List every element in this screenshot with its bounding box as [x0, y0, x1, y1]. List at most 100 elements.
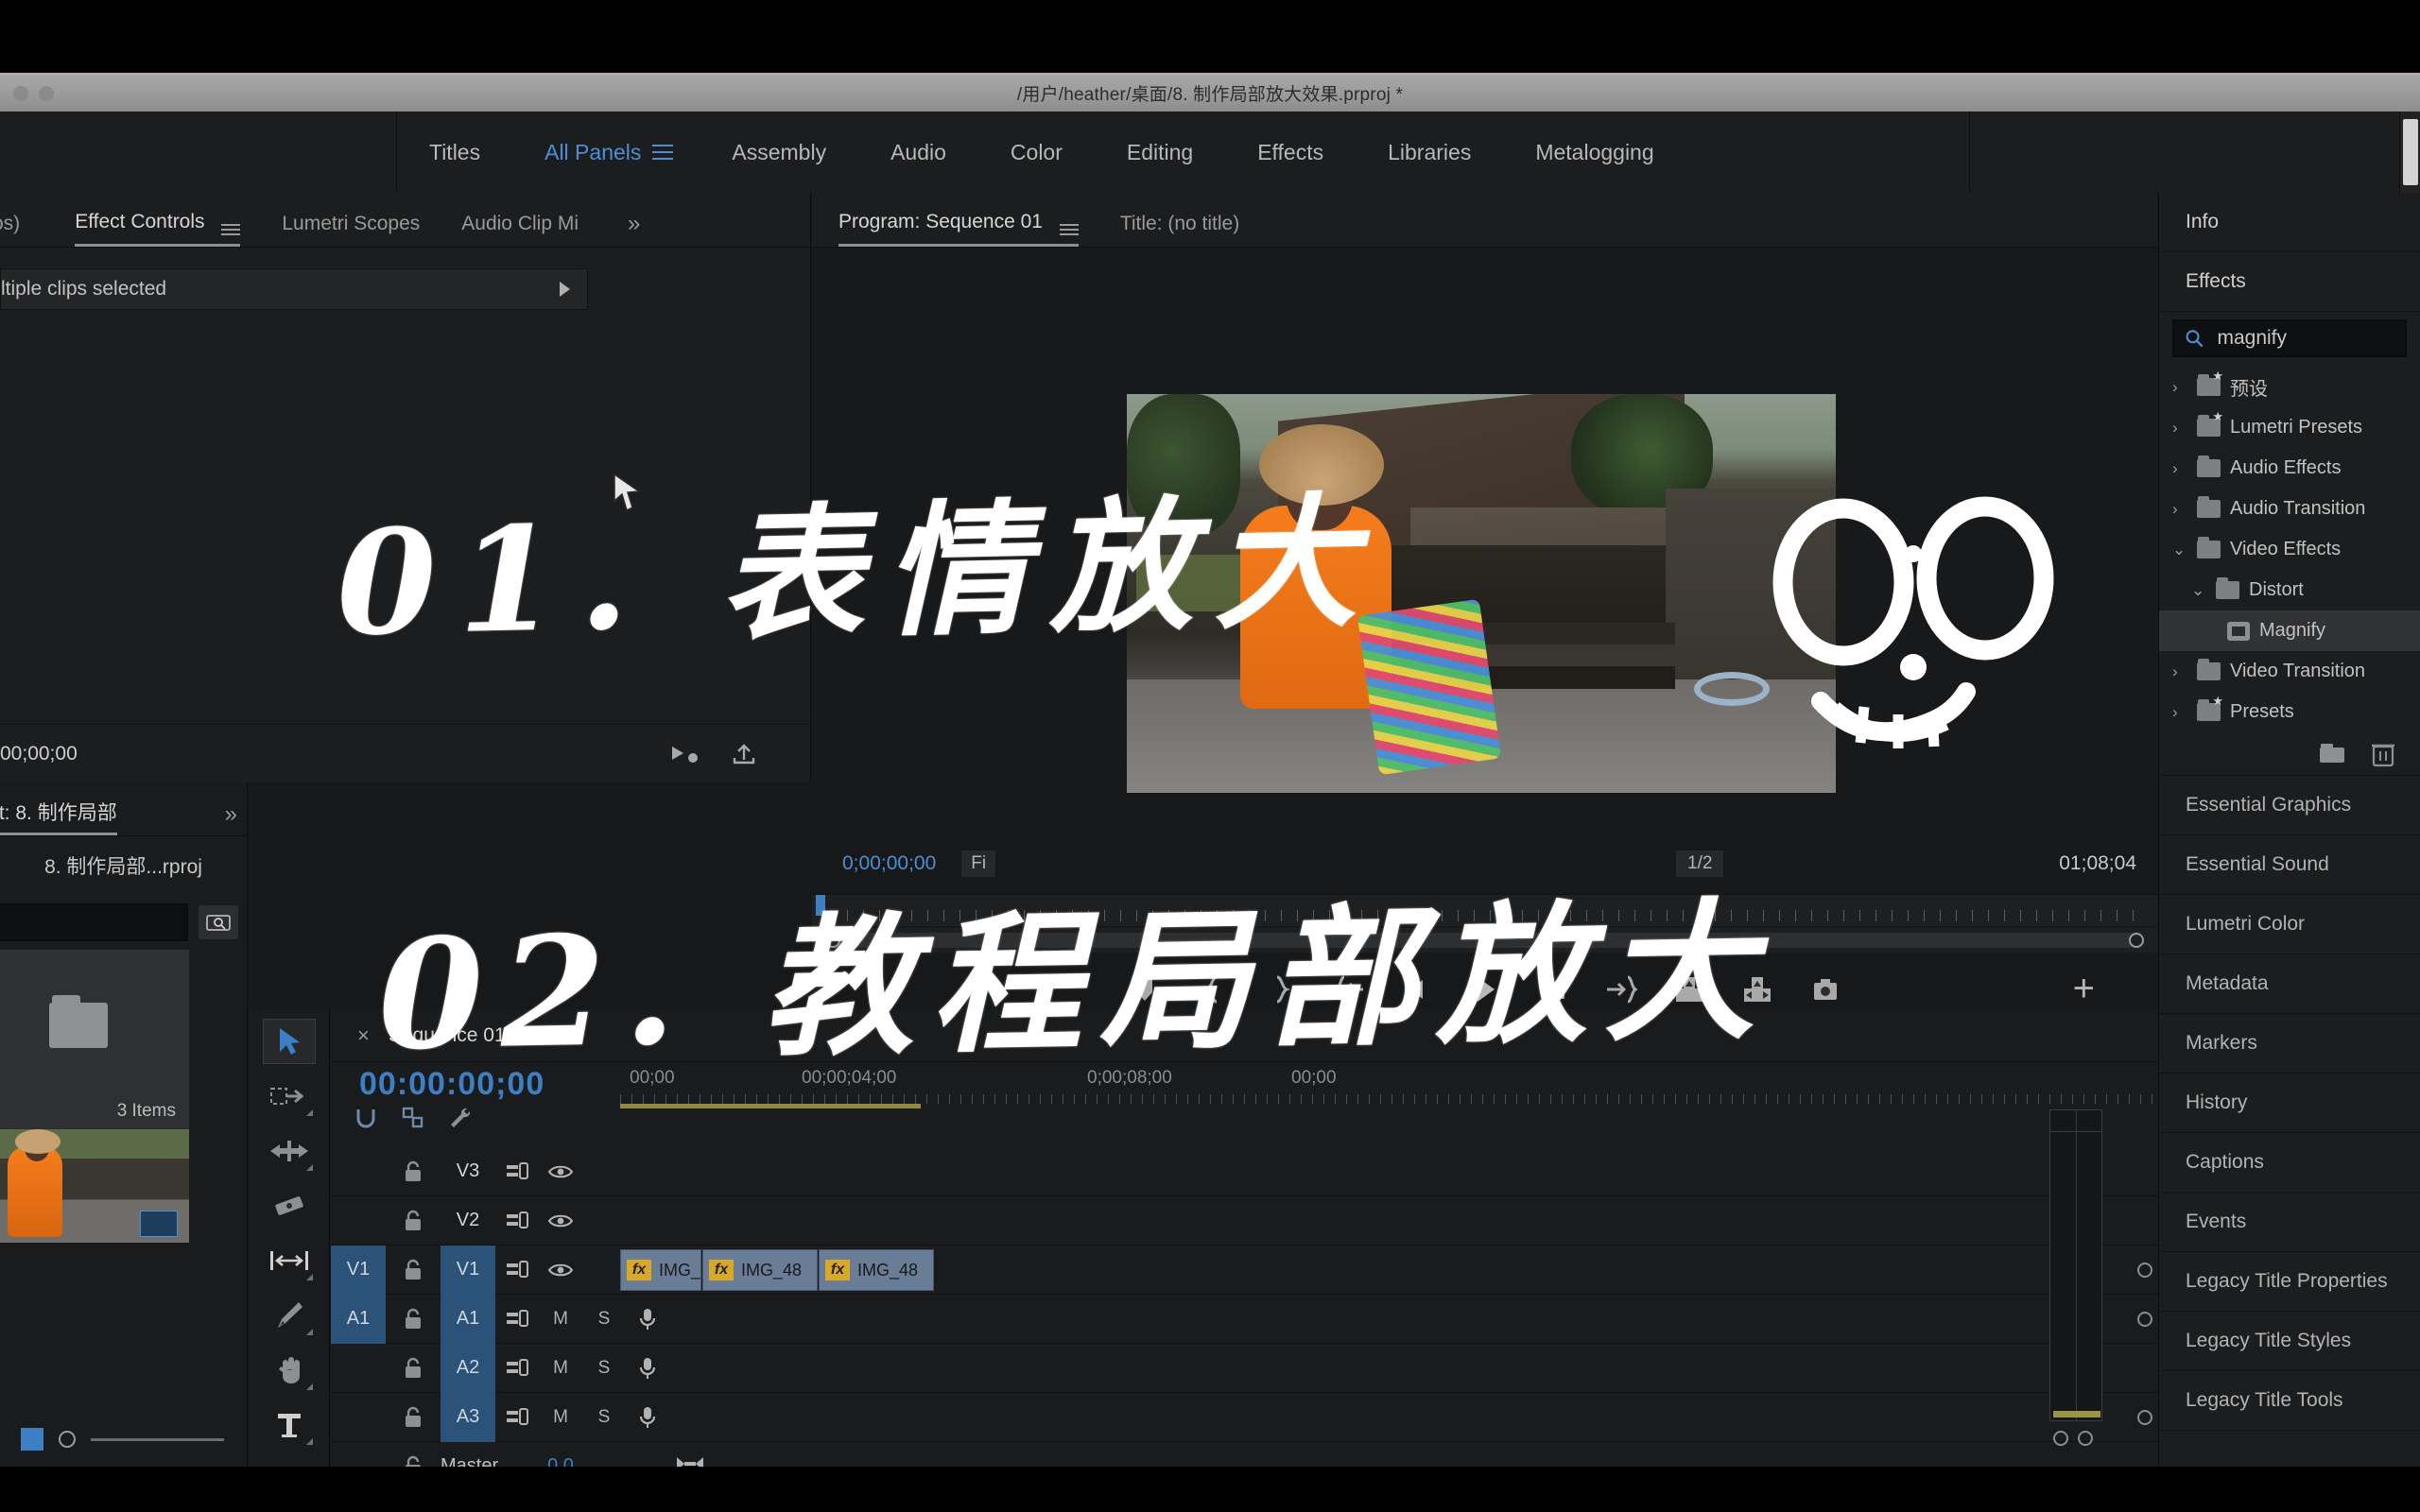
track-name-a3[interactable]: A3: [441, 1392, 495, 1442]
track-content-v1[interactable]: fx IMG_ fx IMG_48 fx IMG_48: [620, 1246, 2158, 1294]
sidebar-item-history[interactable]: History: [2159, 1074, 2420, 1133]
effects-tree-row-video-transitions[interactable]: › Video Transition: [2159, 651, 2420, 692]
sync-lock-icon[interactable]: [495, 1260, 539, 1280]
keyframe-nav-icon[interactable]: [670, 743, 699, 764]
sidebar-tab-effects[interactable]: Effects: [2159, 252, 2420, 312]
effects-tree-row-audio-transitions[interactable]: › Audio Transition: [2159, 489, 2420, 529]
effects-tree-row-video-effects[interactable]: ⌄ Video Effects: [2159, 529, 2420, 570]
workspace-menu-icon[interactable]: [652, 145, 674, 160]
track-source-indicator[interactable]: [331, 1393, 386, 1442]
mark-out-icon[interactable]: [1265, 973, 1297, 1005]
project-overflow-chevron-icon[interactable]: »: [225, 801, 237, 835]
track-content-v2[interactable]: [620, 1196, 2158, 1245]
sidebar-item-legacy-title-styles[interactable]: Legacy Title Styles: [2159, 1312, 2420, 1371]
track-name-v1[interactable]: V1: [441, 1245, 495, 1295]
sidebar-item-metadata[interactable]: Metadata: [2159, 954, 2420, 1014]
track-source-indicator-v1[interactable]: V1: [331, 1245, 386, 1295]
program-monitor-ruler[interactable]: [812, 894, 2157, 926]
mark-in-icon[interactable]: [1197, 973, 1229, 1005]
chevron-right-icon[interactable]: ›: [2172, 378, 2187, 397]
track-content-a1[interactable]: [620, 1295, 2158, 1343]
tab-audio-clip-mixer[interactable]: Audio Clip Mi: [461, 213, 579, 247]
track-lock-toggle[interactable]: [386, 1259, 441, 1281]
program-monitor-current-timecode[interactable]: 0;00;00;00: [842, 852, 936, 875]
chevron-right-icon[interactable]: ›: [2172, 662, 2187, 681]
timeline-clip[interactable]: fx IMG_: [620, 1249, 701, 1291]
track-lock-toggle[interactable]: [386, 1308, 441, 1331]
audio-meter-knob-right[interactable]: [2078, 1431, 2093, 1446]
project-bin-item[interactable]: in 3 Items: [0, 950, 189, 1129]
sync-lock-icon[interactable]: [495, 1358, 539, 1379]
chevron-down-icon[interactable]: ⌄: [2191, 581, 2206, 600]
track-content-a2[interactable]: [620, 1344, 2158, 1392]
sidebar-item-lumetri-color[interactable]: Lumetri Color: [2159, 895, 2420, 954]
mute-button-a1[interactable]: M: [539, 1309, 582, 1330]
slip-tool[interactable]: [263, 1238, 316, 1283]
sidebar-item-markers[interactable]: Markers: [2159, 1014, 2420, 1074]
workspace-tab-libraries[interactable]: Libraries: [1356, 140, 1503, 165]
program-monitor-zoom-level[interactable]: Fi: [960, 850, 997, 878]
find-icon[interactable]: [198, 904, 239, 940]
lock-icon[interactable]: [403, 1406, 424, 1429]
tab-program-sequence-01[interactable]: Program: Sequence 01: [838, 211, 1079, 247]
snap-icon[interactable]: [354, 1106, 378, 1130]
go-to-out-icon[interactable]: [1605, 973, 1637, 1005]
audio-meter-knob-left[interactable]: [2053, 1431, 2068, 1446]
timeline-track-v3[interactable]: V3: [331, 1147, 2158, 1196]
minimize-dot[interactable]: [39, 86, 54, 101]
project-clip-thumbnail[interactable]: [0, 1129, 189, 1243]
track-select-forward-tool[interactable]: [263, 1074, 316, 1119]
step-back-icon[interactable]: [1401, 973, 1433, 1005]
workspace-tab-all-panels[interactable]: All Panels: [512, 140, 673, 165]
new-bin-icon[interactable]: [2318, 743, 2346, 765]
tab-effect-controls[interactable]: Effect Controls: [75, 211, 241, 247]
lock-icon[interactable]: [403, 1210, 424, 1232]
disclosure-triangle-icon[interactable]: [560, 282, 570, 297]
play-icon[interactable]: [1469, 973, 1501, 1005]
workspace-tab-effects[interactable]: Effects: [1225, 140, 1356, 165]
chevron-right-icon[interactable]: ›: [2172, 459, 2187, 478]
workspace-tab-assembly[interactable]: Assembly: [700, 140, 858, 165]
timeline-playhead-timecode[interactable]: 00:00:00;00: [359, 1066, 544, 1103]
timeline-track-a2[interactable]: A2 M S: [331, 1343, 2158, 1393]
sidebar-tab-info[interactable]: Info: [2159, 193, 2420, 252]
pen-tool[interactable]: [263, 1293, 316, 1338]
track-name-a1[interactable]: A1: [441, 1294, 495, 1344]
chevron-right-icon[interactable]: ›: [2172, 703, 2187, 722]
sync-lock-icon[interactable]: [495, 1309, 539, 1330]
program-monitor-scroll-track[interactable]: [829, 933, 2140, 948]
linked-selection-icon[interactable]: [401, 1106, 425, 1130]
sidebar-item-legacy-title-properties[interactable]: Legacy Title Properties: [2159, 1252, 2420, 1312]
add-marker-icon[interactable]: [1129, 973, 1161, 1005]
track-source-indicator[interactable]: [331, 1196, 386, 1246]
timeline-menu-icon[interactable]: [524, 1029, 544, 1041]
workspace-scrollbar[interactable]: [2399, 112, 2420, 193]
hand-tool[interactable]: [263, 1348, 316, 1393]
sidebar-item-legacy-title-tools[interactable]: Legacy Title Tools: [2159, 1371, 2420, 1431]
effect-controls-menu-icon[interactable]: [221, 224, 241, 235]
timeline-track-a3[interactable]: A3 M S: [331, 1392, 2158, 1442]
workspace-tab-metalogging[interactable]: Metalogging: [1503, 140, 1685, 165]
button-editor-button[interactable]: +: [2073, 970, 2095, 1007]
list-view-icon[interactable]: [21, 1428, 43, 1451]
thumbnail-size-slider[interactable]: [91, 1437, 224, 1441]
selection-tool[interactable]: [262, 1019, 316, 1064]
ripple-edit-tool[interactable]: [263, 1128, 316, 1174]
sync-lock-icon[interactable]: [495, 1407, 539, 1428]
tab-title-no-title[interactable]: Title: (no title): [1120, 213, 1239, 247]
window-controls[interactable]: [13, 86, 54, 101]
chevron-down-icon[interactable]: ⌄: [2172, 541, 2187, 559]
timeline-settings-wrench-icon[interactable]: [448, 1106, 473, 1130]
eye-icon[interactable]: [539, 1261, 582, 1280]
eye-icon[interactable]: [539, 1162, 582, 1181]
effects-tree-row-distort[interactable]: ⌄ Distort: [2159, 570, 2420, 610]
go-to-in-icon[interactable]: [1333, 973, 1365, 1005]
export-frame-icon[interactable]: [1809, 973, 1841, 1005]
tab-project[interactable]: ject: 8. 制作局部: [0, 798, 117, 835]
close-icon[interactable]: ×: [357, 1023, 370, 1048]
sidebar-item-events[interactable]: Events: [2159, 1193, 2420, 1252]
track-lock-toggle[interactable]: [386, 1210, 441, 1232]
workspace-tab-audio[interactable]: Audio: [858, 140, 978, 165]
track-source-indicator[interactable]: [331, 1344, 386, 1393]
track-name-v3[interactable]: V3: [441, 1147, 495, 1196]
